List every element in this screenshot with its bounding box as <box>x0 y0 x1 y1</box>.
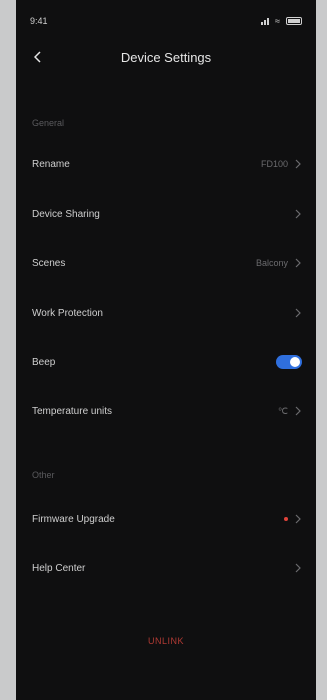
status-time: 9:41 <box>30 16 48 26</box>
firmware-upgrade-row[interactable]: Firmware Upgrade <box>16 504 316 534</box>
chevron-right-icon <box>295 159 301 169</box>
nav-bar: Device Settings <box>16 42 316 72</box>
section-label-other: Other <box>32 470 55 480</box>
toggle-knob <box>290 357 300 367</box>
beep-toggle[interactable] <box>276 355 302 369</box>
rename-value: FD100 <box>260 159 288 169</box>
scenes-value: Balcony <box>255 258 288 268</box>
status-icons: ≈ <box>261 16 302 26</box>
status-bar: 9:41 ≈ <box>16 0 316 42</box>
temperature-units-row[interactable]: Temperature units ℃ <box>16 396 316 426</box>
signal-icon <box>261 17 270 25</box>
chevron-right-icon <box>295 563 301 573</box>
scenes-row[interactable]: Scenes Balcony <box>16 248 316 278</box>
help-center-row[interactable]: Help Center <box>16 553 316 583</box>
page-title: Device Settings <box>120 49 212 65</box>
temperature-units-label: Temperature units <box>32 405 113 417</box>
update-dot <box>284 517 288 521</box>
back-button[interactable] <box>28 47 48 67</box>
chevron-right-icon <box>295 258 301 268</box>
wifi-icon: ≈ <box>275 16 280 26</box>
work-protection-row[interactable]: Work Protection <box>16 298 316 328</box>
rename-label: Rename <box>32 158 70 170</box>
scenes-label: Scenes <box>32 257 66 269</box>
chevron-right-icon <box>295 514 301 524</box>
device-settings-screen: 9:41 ≈ Device Settings General Rename FD… <box>16 0 316 700</box>
chevron-left-icon <box>34 51 41 63</box>
section-label-general: General <box>32 118 65 128</box>
beep-label: Beep <box>32 356 56 368</box>
device-sharing-label: Device Sharing <box>32 208 100 220</box>
help-center-label: Help Center <box>32 562 86 574</box>
beep-row: Beep <box>16 347 316 377</box>
device-sharing-row[interactable]: Device Sharing <box>16 199 316 229</box>
firmware-upgrade-label: Firmware Upgrade <box>32 513 115 525</box>
rename-row[interactable]: Rename FD100 <box>16 149 316 179</box>
work-protection-label: Work Protection <box>32 307 103 319</box>
chevron-right-icon <box>295 209 301 219</box>
battery-icon <box>286 17 302 25</box>
chevron-right-icon <box>295 406 301 416</box>
chevron-right-icon <box>295 308 301 318</box>
temperature-units-value: ℃ <box>277 405 288 416</box>
unlink-button[interactable]: UNLINK <box>16 636 316 646</box>
